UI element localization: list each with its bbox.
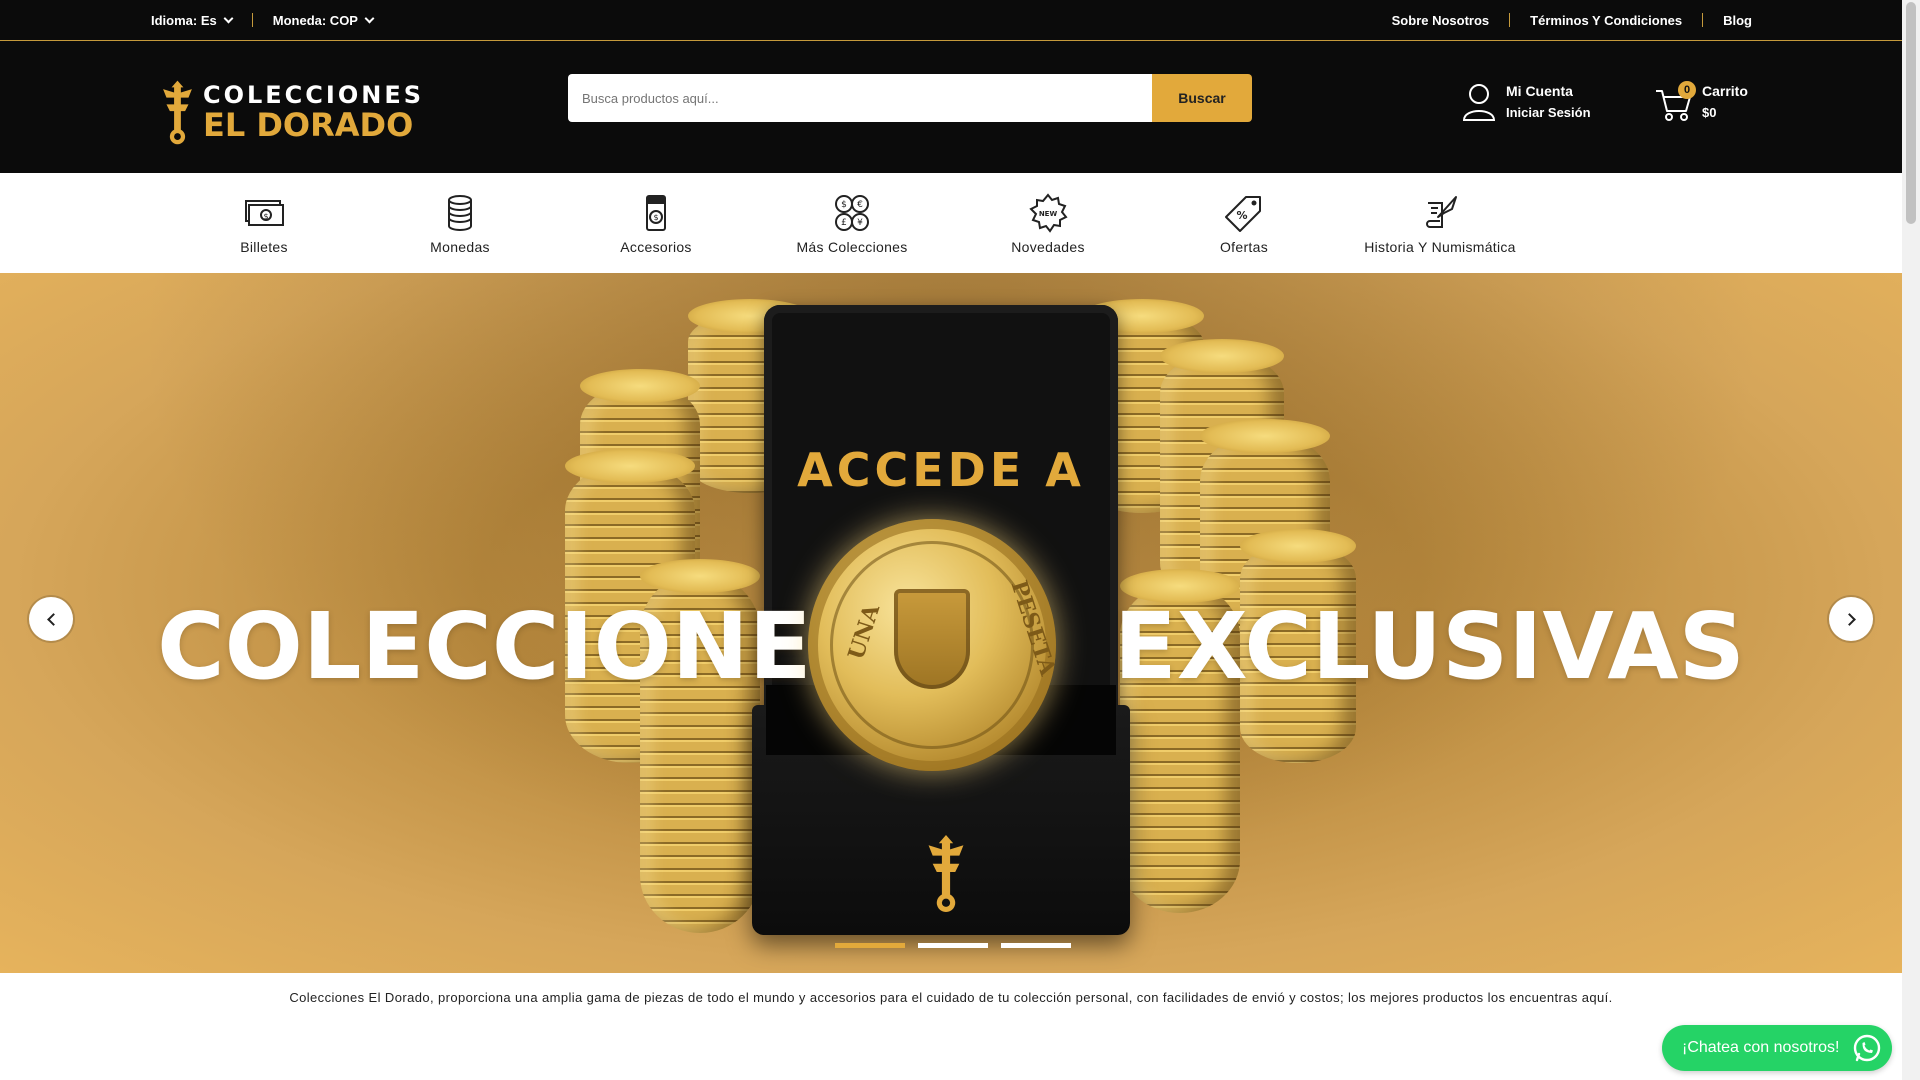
category-label: Billetes	[240, 239, 288, 255]
divider	[1702, 13, 1704, 27]
slider-next-button[interactable]	[1829, 597, 1873, 641]
slider-dots	[835, 943, 1071, 948]
scrollbar-thumb[interactable]	[1906, 2, 1916, 224]
hero-title-right: EXCLUSIVAS	[1113, 593, 1745, 700]
top-bar: Idioma: Es Moneda: COP Sobre Nosotros Té…	[0, 0, 1902, 41]
hero-slider: ACCEDE A COLECCIONES EXCLUSIVAS UNA PESE…	[0, 273, 1902, 973]
category-monedas[interactable]: Monedas	[362, 193, 558, 259]
banknotes-icon: $	[245, 200, 284, 226]
cart-button[interactable]: 0 Carrito $0	[1654, 81, 1748, 123]
quill-scroll-icon	[1426, 196, 1457, 228]
svg-text:$: $	[263, 212, 268, 221]
language-label: Idioma: Es	[151, 12, 217, 28]
account-menu[interactable]: Mi Cuenta Iniciar Sesión	[1462, 81, 1591, 123]
login-link[interactable]: Iniciar Sesión	[1506, 102, 1591, 123]
svg-text:%: %	[1236, 209, 1247, 222]
hero-overline: ACCEDE A	[797, 443, 1085, 497]
category-mas-colecciones[interactable]: $ € £ ¥ Más Colecciones	[754, 193, 950, 259]
svg-text:£: £	[841, 218, 847, 228]
slider-dot-1[interactable]	[835, 943, 905, 948]
svg-text:$: $	[653, 213, 658, 222]
category-historia[interactable]: Historia Y Numismática	[1342, 193, 1538, 259]
link-about[interactable]: Sobre Nosotros	[1392, 13, 1490, 28]
language-selector[interactable]: Idioma: Es	[151, 12, 234, 28]
link-blog[interactable]: Blog	[1723, 13, 1752, 28]
svg-text:NEW: NEW	[1039, 210, 1058, 218]
divider	[251, 13, 253, 27]
box-logo-icon	[928, 835, 964, 913]
logo-line-2: EL DORADO	[202, 106, 414, 144]
cart-total: $0	[1702, 105, 1717, 120]
svg-text:¥: ¥	[857, 218, 863, 228]
currency-label: Moneda: COP	[272, 12, 358, 28]
category-accesorios[interactable]: $ Accesorios	[558, 193, 754, 259]
currency-selector[interactable]: Moneda: COP	[272, 12, 375, 28]
whatsapp-icon	[1853, 1034, 1881, 1062]
category-ofertas[interactable]: % Ofertas	[1146, 193, 1342, 259]
site-logo[interactable]: COLECCIONES EL DORADO	[158, 73, 424, 151]
svg-text:€: €	[857, 200, 863, 210]
logo-text: COLECCIONES EL DORADO	[203, 83, 424, 141]
search-bar: Buscar	[568, 74, 1252, 122]
category-label: Monedas	[430, 239, 490, 255]
svg-text:$: $	[841, 200, 847, 210]
category-billetes[interactable]: $ Billetes	[166, 193, 362, 259]
slider-dot-3[interactable]	[1001, 943, 1071, 948]
coin-shield	[894, 589, 970, 689]
whatsapp-chat-button[interactable]: ¡Chatea con nosotros!	[1662, 1025, 1892, 1071]
discount-tag-icon: %	[1225, 196, 1261, 232]
page-scrollbar[interactable]	[1902, 0, 1920, 1080]
chat-label: ¡Chatea con nosotros!	[1682, 1039, 1840, 1056]
peseta-coin-image: UNA PESETA	[808, 519, 1061, 771]
cart-texts: Carrito $0	[1702, 81, 1748, 123]
coin-holder-icon: $	[646, 195, 666, 231]
coin-stack-icon	[448, 195, 472, 231]
chevron-down-icon	[223, 13, 234, 23]
category-novedades[interactable]: NEW Novedades	[950, 193, 1146, 259]
cart-icon-wrap: 0	[1654, 81, 1696, 123]
slider-prev-button[interactable]	[29, 597, 73, 641]
hero-title-left: COLECCIONES	[157, 593, 878, 700]
logo-figure-icon	[163, 80, 192, 145]
account-texts: Mi Cuenta Iniciar Sesión	[1506, 81, 1591, 123]
top-bar-selectors: Idioma: Es Moneda: COP	[151, 0, 375, 40]
search-button[interactable]: Buscar	[1152, 74, 1252, 122]
currencies-icon: $ € £ ¥	[835, 195, 869, 231]
category-label: Ofertas	[1219, 239, 1268, 255]
slider-dot-2[interactable]	[918, 943, 988, 948]
chevron-down-icon	[364, 13, 375, 23]
top-bar-links: Sobre Nosotros Términos Y Condiciones Bl…	[1392, 0, 1752, 40]
category-label: Historia Y Numismática	[1364, 239, 1516, 255]
cart-count-badge: 0	[1678, 81, 1696, 99]
new-badge-icon: NEW	[1029, 193, 1068, 233]
intro-text: Colecciones El Dorado, proporciona una a…	[289, 990, 1613, 1005]
divider	[1509, 13, 1511, 27]
chevron-left-icon	[46, 612, 60, 626]
account-title: Mi Cuenta	[1506, 83, 1573, 99]
logo-line-1: COLECCIONES	[202, 81, 424, 109]
chevron-right-icon	[1842, 612, 1856, 626]
cart-title: Carrito	[1702, 83, 1748, 99]
user-icon	[1462, 84, 1496, 121]
search-input[interactable]	[568, 74, 1152, 122]
main-header: COLECCIONES EL DORADO Buscar Mi Cuenta I…	[0, 41, 1902, 173]
category-label: Accesorios	[620, 239, 692, 255]
link-terms[interactable]: Términos Y Condiciones	[1530, 13, 1682, 28]
category-label: Novedades	[1011, 239, 1085, 255]
category-label: Más Colecciones	[796, 239, 908, 255]
category-nav: $ Billetes Monedas $ Accesorios $ € £ ¥	[0, 173, 1902, 273]
